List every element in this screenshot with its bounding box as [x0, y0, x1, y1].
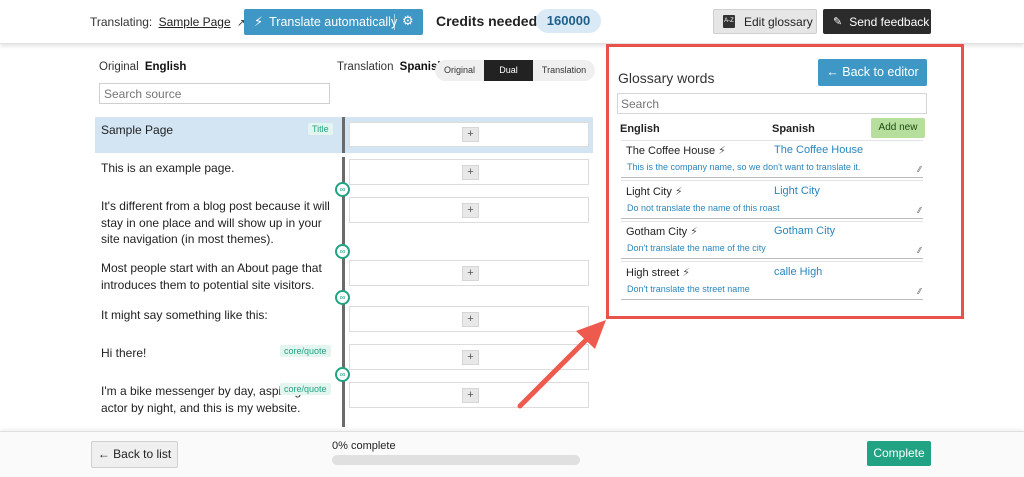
annotation-arrow: [517, 320, 606, 409]
complete-button[interactable]: Complete: [867, 441, 931, 466]
progress-label: 0% complete: [332, 440, 396, 452]
progress-bar: [332, 455, 580, 465]
back-to-list-button[interactable]: ← Back to list: [91, 441, 178, 468]
annotation-arrow-shaft: [517, 335, 591, 409]
